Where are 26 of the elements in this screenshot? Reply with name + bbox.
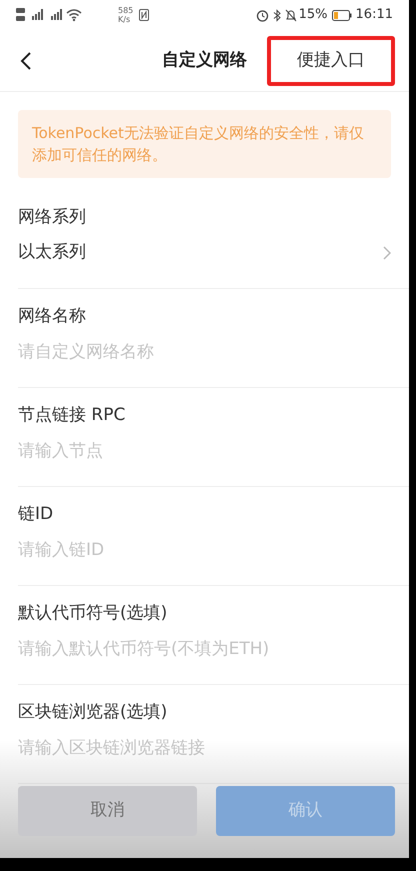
field-label: 网络系列 xyxy=(18,206,87,229)
field-label: 默认代币符号(选填) xyxy=(18,602,168,625)
speed-unit: K/s xyxy=(118,15,132,24)
field-label: 区块链浏览器(选填) xyxy=(18,701,168,724)
chevron-right-icon xyxy=(383,246,391,260)
field-label: 网络名称 xyxy=(18,305,87,328)
alarm-icon xyxy=(256,8,269,22)
battery-icon xyxy=(332,10,352,20)
mute-bell-icon xyxy=(284,8,297,22)
page-title: 自定义网络 xyxy=(162,48,247,72)
warning-banner: TokenPocket无法验证自定义网络的安全性，请仅添加可信任的网络。 xyxy=(18,110,391,178)
input-field[interactable]: 请自定义网络名称 xyxy=(18,332,391,372)
clock-time: 16:11 xyxy=(356,6,393,24)
network-select[interactable]: 以太系列 xyxy=(18,233,391,273)
network-speed: 585 xyxy=(118,6,134,15)
back-icon[interactable] xyxy=(20,50,32,70)
field-label: 节点链接 RPC xyxy=(18,404,126,427)
field-label: 链ID xyxy=(18,503,54,526)
input-field[interactable]: 请输入默认代币符号(不填为ETH) xyxy=(18,629,391,669)
battery-percent: 15% xyxy=(298,6,328,24)
input-field[interactable]: 请输入区块链浏览器链接 xyxy=(18,728,391,768)
input-field[interactable]: 请输入链ID xyxy=(18,530,391,570)
shortcut-button[interactable]: 便捷入口 xyxy=(267,36,395,86)
nfc-icon xyxy=(139,9,150,21)
bluetooth-icon xyxy=(272,8,281,22)
input-field[interactable]: 请输入节点 xyxy=(18,431,391,471)
